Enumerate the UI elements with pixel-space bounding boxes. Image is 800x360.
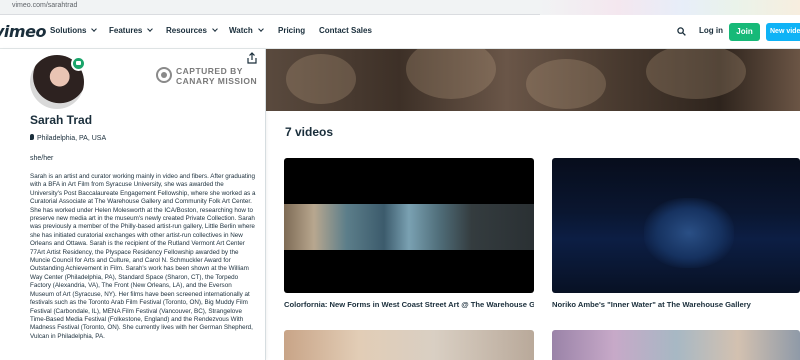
nav-item-resources[interactable]: Resources [166,26,218,35]
video-thumbnail[interactable] [284,158,534,293]
nav-item-contact-sales[interactable]: Contact Sales [319,26,372,35]
chevron-down-icon [147,26,154,32]
nav-item-label: Features [109,26,143,35]
canary-seal-icon [156,67,172,83]
join-button[interactable]: Join [729,23,760,41]
nav-item-watch[interactable]: Watch [229,26,264,35]
profile-location: Philadelphia, PA, USA [30,134,106,142]
url-text[interactable]: vimeo.com/sarahtrad [12,2,77,9]
profile-bio: Sarah is an artist and curator working m… [30,173,256,340]
watermark-line2: CANARY MISSION [176,76,258,86]
location-pin-icon [30,134,34,140]
video-thumbnail[interactable] [552,158,800,293]
nav-item-label: Solutions [50,26,87,35]
profile-banner-image [266,49,800,111]
chevron-down-icon [212,26,218,32]
location-text: Philadelphia, PA, USA [37,135,107,142]
verified-badge-icon [71,56,86,71]
nav-item-label: Resources [166,26,207,35]
nav-item-pricing[interactable]: Pricing [278,26,305,35]
toolbar-background [540,0,800,15]
browser-url-bar[interactable]: vimeo.com/sarahtrad [0,0,800,15]
nav-item-solutions[interactable]: Solutions [50,26,98,35]
profile-name: Sarah Trad [30,113,93,127]
video-title[interactable]: Noriko Ambe's "Inner Water" at The Wareh… [552,300,800,309]
watermark-line1: CAPTURED BY [176,66,243,76]
video-frame-image [644,198,734,268]
video-frame-image [284,204,534,250]
profile-pronouns: she/her [30,155,54,162]
video-count-heading: 7 videos [285,125,334,139]
chevron-down-icon [91,26,98,32]
nav-item-features[interactable]: Features [109,26,154,35]
video-title[interactable]: Colorfornia: New Forms in West Coast Str… [284,300,534,309]
vimeo-logo[interactable]: vimeo [0,22,46,41]
chevron-down-icon [257,26,264,32]
canary-mission-watermark: CAPTURED BY CANARY MISSION [156,65,258,87]
profile-panel: CAPTURED BY CANARY MISSION Sarah Trad Ph… [0,49,266,360]
login-link[interactable]: Log in [699,26,723,35]
nav-item-label: Watch [229,26,253,35]
new-video-button[interactable]: New video [766,23,800,41]
share-icon[interactable] [247,52,257,64]
video-thumbnail[interactable] [284,330,534,360]
search-icon[interactable] [677,27,686,36]
top-nav: vimeo Solutions Features Resources Watch… [0,15,800,49]
video-thumbnail[interactable] [552,330,800,360]
